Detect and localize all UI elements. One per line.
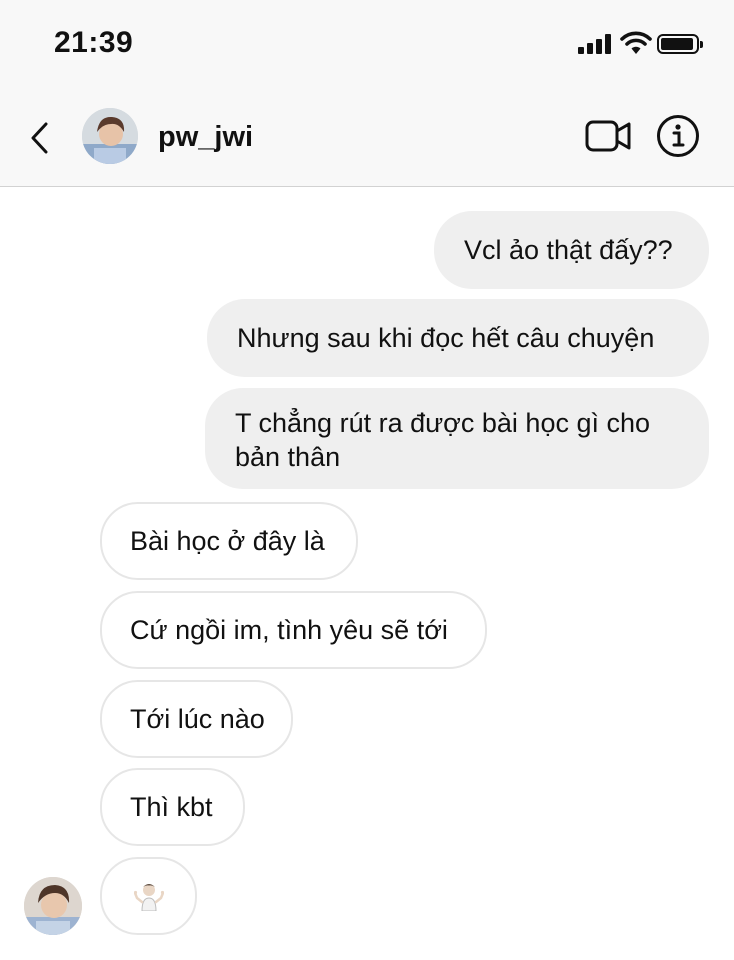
battery-icon <box>657 34 703 54</box>
avatar-photo <box>24 877 82 935</box>
person-shrugging-emoji-icon <box>133 884 164 911</box>
message-text: Tới lúc nào <box>130 704 265 734</box>
avatar-photo <box>82 108 138 164</box>
wifi-icon <box>620 31 652 54</box>
message-bubble-received[interactable]: Bài học ở đây là <box>100 502 358 580</box>
message-bubble-received[interactable]: Thì kbt <box>100 768 245 846</box>
sender-avatar[interactable] <box>24 877 82 935</box>
message-text: Vcl ảo thật đấy?? <box>464 235 673 265</box>
message-bubble-received[interactable] <box>100 857 197 935</box>
message-bubble-received[interactable]: Tới lúc nào <box>100 680 293 758</box>
status-bar: 21:39 <box>0 0 734 90</box>
message-bubble-sent[interactable]: Vcl ảo thật đấy?? <box>434 211 709 289</box>
message-text: Thì kbt <box>130 792 213 822</box>
message-bubble-sent[interactable]: Nhưng sau khi đọc hết câu chuyện <box>207 299 709 377</box>
back-chevron-icon[interactable] <box>26 118 56 158</box>
message-text: Cứ ngồi im, tình yêu sẽ tới <box>130 615 448 645</box>
message-bubble-sent[interactable]: T chẳng rút ra được bài học gì cho bản t… <box>205 388 709 489</box>
message-bubble-received[interactable]: Cứ ngồi im, tình yêu sẽ tới <box>100 591 487 669</box>
message-text: Bài học ở đây là <box>130 526 325 556</box>
info-icon[interactable] <box>656 114 700 158</box>
message-text: Nhưng sau khi đọc hết câu chuyện <box>237 323 655 353</box>
chat-header: pw_jwi <box>0 90 734 187</box>
video-call-icon[interactable] <box>584 116 632 156</box>
profile-avatar[interactable] <box>82 108 138 164</box>
message-text: T chẳng rút ra được bài học gì cho bản t… <box>235 408 651 472</box>
chat-username[interactable]: pw_jwi <box>158 121 253 154</box>
status-time: 21:39 <box>54 26 134 59</box>
cellular-signal-icon <box>578 34 612 54</box>
